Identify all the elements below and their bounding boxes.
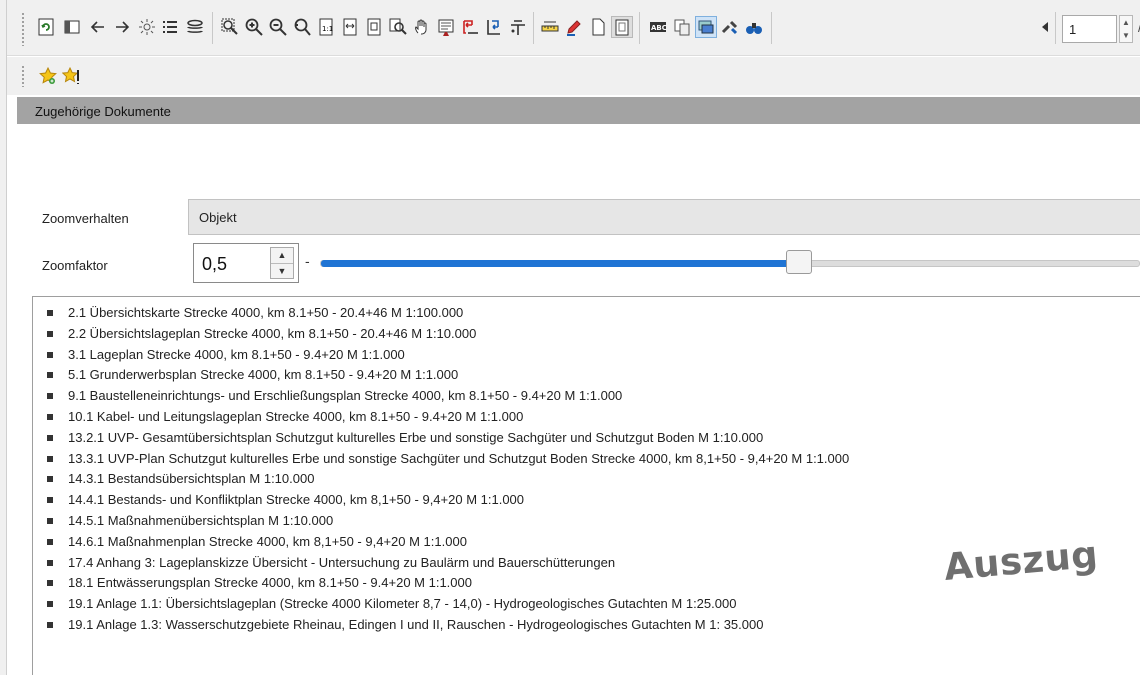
list-item[interactable]: 9.1 Baustelleneinrichtungs- und Erschlie… [47, 386, 1140, 407]
copy-icon[interactable] [671, 16, 693, 38]
export-icon[interactable] [459, 16, 481, 38]
list-item[interactable]: 3.1 Lageplan Strecke 4000, km 8.1+50 - 9… [47, 345, 1140, 366]
page-number-input[interactable]: 1 [1062, 15, 1117, 43]
import-icon[interactable] [483, 16, 505, 38]
zoom-slider-track[interactable] [320, 260, 1140, 267]
highlight-icon[interactable] [695, 16, 717, 38]
fit-object-icon[interactable] [363, 16, 385, 38]
svg-text:1:1: 1:1 [322, 25, 333, 33]
zoom-out-icon[interactable] [267, 16, 289, 38]
toolbar-separator [639, 12, 640, 44]
toolbar-grip[interactable] [21, 12, 25, 46]
slider-separator: - [305, 253, 310, 269]
zoom-factor-spinner[interactable]: ▲ ▼ [270, 247, 294, 279]
toolbar-separator [533, 12, 534, 44]
layers-icon[interactable] [184, 16, 206, 38]
zoom-slider-handle[interactable] [786, 250, 812, 274]
zoom-reset-icon[interactable] [291, 16, 313, 38]
measure-icon[interactable] [539, 16, 561, 38]
toolbar-separator [1055, 12, 1056, 44]
toolbar-separator [771, 12, 772, 44]
zoom-search-icon[interactable] [387, 16, 409, 38]
zoom-in-icon[interactable] [243, 16, 265, 38]
main-toolbar: 1:1 ABC 1 ▲ ▼ [7, 0, 1140, 56]
panel-icon[interactable] [61, 16, 83, 38]
list-item[interactable]: 2.1 Übersichtskarte Strecke 4000, km 8.1… [47, 303, 1140, 324]
ocr-icon[interactable]: ABC [647, 16, 669, 38]
zoom-mode-label: Zoomverhalten [42, 211, 129, 226]
favorites-toolbar [7, 57, 1140, 95]
list-item[interactable]: 19.1 Anlage 1.1: Übersichtslageplan (Str… [47, 594, 1140, 615]
fit-width-icon[interactable] [339, 16, 361, 38]
chevron-down-icon[interactable]: ▼ [1120, 29, 1132, 42]
list-item[interactable]: 14.3.1 Bestandsübersichtsplan M 1:10.000 [47, 469, 1140, 490]
tools-icon[interactable] [719, 16, 741, 38]
favorite-add-icon[interactable] [37, 65, 59, 87]
brightness-icon[interactable] [136, 16, 158, 38]
arrow-right-icon[interactable] [111, 16, 133, 38]
crosshair-icon[interactable] [507, 16, 529, 38]
section-title: Zugehörige Dokumente [35, 104, 171, 119]
zoom-factor-stepper[interactable]: 0,5 ▲ ▼ [193, 243, 299, 283]
arrow-left-icon[interactable] [87, 16, 109, 38]
toolbar-grip[interactable] [21, 65, 25, 87]
zoom-slider-fill [321, 260, 797, 267]
previous-page-icon[interactable] [1035, 16, 1057, 38]
refresh-icon[interactable] [35, 16, 57, 38]
pen-icon[interactable] [563, 16, 585, 38]
window-edge [0, 0, 7, 675]
zoom-mode-select[interactable]: Objekt [188, 199, 1140, 235]
list-item[interactable]: 14.5.1 Maßnahmenübersichtsplan M 1:10.00… [47, 511, 1140, 532]
toolbar-separator [212, 12, 213, 44]
clipboard-icon[interactable] [611, 16, 633, 38]
fit-page-icon[interactable]: 1:1 [315, 16, 337, 38]
list-item[interactable]: 2.2 Übersichtslageplan Strecke 4000, km … [47, 324, 1140, 345]
list-item[interactable]: 14.4.1 Bestands- und Konfliktplan Streck… [47, 490, 1140, 511]
list-item[interactable]: 5.1 Grunderwerbsplan Strecke 4000, km 8.… [47, 365, 1140, 386]
chevron-down-icon[interactable]: ▼ [271, 263, 293, 278]
related-documents-list[interactable]: 2.1 Übersichtskarte Strecke 4000, km 8.1… [32, 296, 1140, 675]
binoculars-icon[interactable] [743, 16, 765, 38]
section-header: Zugehörige Dokumente [17, 97, 1140, 124]
chevron-up-icon[interactable]: ▲ [1120, 16, 1132, 29]
page-number-spinner[interactable]: ▲ ▼ [1119, 15, 1133, 43]
list-item[interactable]: 10.1 Kabel- und Leitungslageplan Strecke… [47, 407, 1140, 428]
list-item[interactable]: 13.2.1 UVP- Gesamtübersichtsplan Schutzg… [47, 428, 1140, 449]
new-document-icon[interactable] [587, 16, 609, 38]
favorite-manage-icon[interactable] [61, 65, 83, 87]
zoom-selection-icon[interactable] [219, 16, 241, 38]
list-item[interactable]: 13.3.1 UVP-Plan Schutzgut kulturelles Er… [47, 449, 1140, 470]
list-icon[interactable] [159, 16, 181, 38]
pan-hand-icon[interactable] [411, 16, 433, 38]
zoom-factor-label: Zoomfaktor [42, 258, 108, 273]
chevron-up-icon[interactable]: ▲ [271, 248, 293, 263]
select-text-icon[interactable] [435, 16, 457, 38]
list-item[interactable]: 19.1 Anlage 1.3: Wasserschutzgebiete Rhe… [47, 615, 1140, 636]
zoom-factor-value[interactable]: 0,5 [202, 254, 227, 275]
svg-text:ABC: ABC [651, 24, 667, 32]
